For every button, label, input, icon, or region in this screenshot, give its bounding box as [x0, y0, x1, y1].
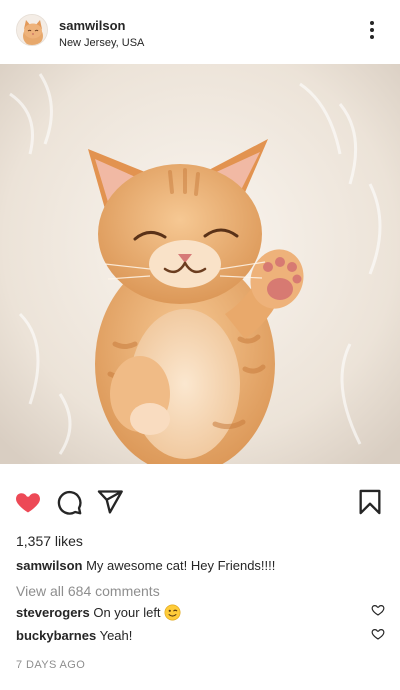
comment-icon[interactable]	[55, 488, 83, 516]
comment-username[interactable]: steverogers	[16, 605, 90, 620]
avatar-cat-image	[17, 15, 47, 45]
comment-text: On your left	[93, 605, 161, 620]
caption-text: My awesome cat! Hey Friends!!!!	[86, 558, 276, 573]
comment-text: Yeah!	[99, 628, 133, 643]
winking-face-emoji-icon	[164, 604, 181, 621]
caption: samwilson My awesome cat! Hey Friends!!!…	[16, 558, 275, 573]
bookmark-icon[interactable]	[356, 488, 384, 516]
avatar[interactable]	[16, 14, 48, 46]
location[interactable]: New Jersey, USA	[59, 37, 144, 49]
more-vertical-icon[interactable]	[360, 18, 384, 42]
comment: buckybarnes Yeah!	[16, 628, 132, 643]
view-all-comments-link[interactable]: View all 684 comments	[16, 583, 160, 599]
comment: steverogers On your left	[16, 604, 181, 621]
username[interactable]: samwilson	[59, 18, 125, 33]
post-timestamp: 7 DAYS AGO	[16, 659, 86, 671]
post-photo[interactable]	[0, 64, 400, 464]
likes-count[interactable]: 1,357 likes	[16, 533, 83, 549]
share-icon[interactable]	[96, 488, 124, 516]
action-bar	[0, 480, 400, 520]
caption-username[interactable]: samwilson	[16, 558, 82, 573]
heart-icon[interactable]	[14, 488, 42, 516]
post-header: samwilson New Jersey, USA	[0, 0, 400, 64]
comment-like-heart-icon[interactable]	[371, 603, 385, 617]
comment-like-heart-icon[interactable]	[371, 627, 385, 641]
comment-username[interactable]: buckybarnes	[16, 628, 96, 643]
